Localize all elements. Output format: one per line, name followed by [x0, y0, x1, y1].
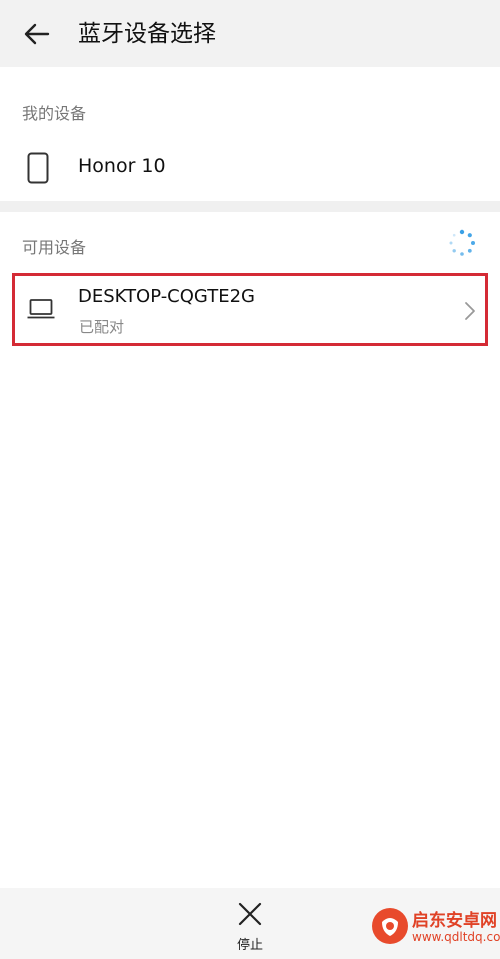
section-label-available-devices: 可用设备	[22, 238, 87, 257]
laptop-icon	[27, 299, 55, 319]
phone-icon	[27, 152, 49, 184]
arrow-left-icon	[24, 23, 50, 45]
watermark-title: 启东安卓网	[412, 911, 497, 931]
stop-label: 停止	[236, 938, 263, 953]
watermark-url: www.qdltdq.com	[412, 930, 500, 944]
watermark-logo-icon	[372, 908, 408, 944]
device-row-honor-10[interactable]: Honor 10	[0, 134, 500, 200]
watermark: 启东安卓网 www.qdltdq.com	[360, 896, 500, 956]
back-button[interactable]	[20, 16, 56, 52]
device-row-desktop[interactable]: DESKTOP-CQGTE2G 已配对	[12, 273, 488, 346]
loading-spinner-icon	[449, 229, 475, 256]
device-name: DESKTOP-CQGTE2G	[78, 286, 255, 307]
close-icon	[238, 902, 262, 926]
page-title: 蓝牙设备选择	[78, 21, 216, 47]
stop-button[interactable]: 停止	[220, 896, 280, 956]
device-name: Honor 10	[78, 155, 166, 177]
section-label-my-devices: 我的设备	[22, 104, 87, 123]
section-divider	[0, 201, 500, 212]
chevron-right-icon	[465, 302, 475, 320]
device-status: 已配对	[79, 318, 125, 336]
header-bar: 蓝牙设备选择	[0, 0, 500, 67]
